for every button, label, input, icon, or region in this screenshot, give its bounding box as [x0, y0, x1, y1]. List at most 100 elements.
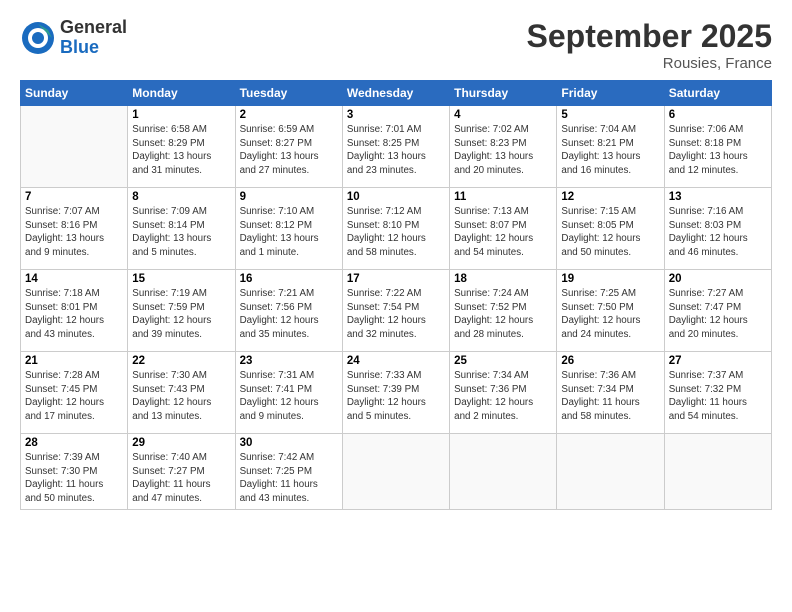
col-sunday: Sunday	[21, 81, 128, 106]
day-number: 2	[240, 109, 338, 121]
logo-icon	[20, 20, 56, 56]
day-info: Sunrise: 6:59 AMSunset: 8:27 PMDaylight:…	[240, 123, 338, 178]
day-number: 1	[132, 109, 230, 121]
table-cell: 12 Sunrise: 7:15 AMSunset: 8:05 PMDayligh…	[557, 188, 664, 270]
location: Rousies, France	[527, 55, 772, 72]
table-cell: 17Sunrise: 7:22 AMSunset: 7:54 PMDayligh…	[342, 270, 449, 352]
day-info: Sunrise: 7:22 AMSunset: 7:54 PMDaylight:…	[347, 287, 445, 342]
day-info: Sunrise: 7:33 AMSunset: 7:39 PMDaylight:…	[347, 369, 445, 424]
table-cell: 23 Sunrise: 7:31 AMSunset: 7:41 PMDayligh…	[235, 352, 342, 434]
day-number: 21	[25, 355, 123, 367]
table-cell: 10Sunrise: 7:12 AMSunset: 8:10 PMDayligh…	[342, 188, 449, 270]
table-cell: 28Sunrise: 7:39 AMSunset: 7:30 PMDayligh…	[21, 434, 128, 510]
col-wednesday: Wednesday	[342, 81, 449, 106]
page: General Blue September 2025 Rousies, Fra…	[0, 0, 792, 612]
day-number: 28	[25, 437, 123, 449]
table-cell: 3Sunrise: 7:01 AMSunset: 8:25 PMDaylight…	[342, 106, 449, 188]
table-cell: 30 Sunrise: 7:42 AMSunset: 7:25 PMDayligh…	[235, 434, 342, 510]
day-info: Sunrise: 7:07 AMSunset: 8:16 PMDaylight:…	[25, 205, 123, 260]
day-info: Sunrise: 7:21 AMSunset: 7:56 PMDaylight:…	[240, 287, 338, 342]
day-number: 29	[132, 437, 230, 449]
day-info: Sunrise: 7:16 AMSunset: 8:03 PMDaylight:…	[669, 205, 767, 260]
day-info: Sunrise: 7:42 AMSunset: 7:25 PMDaylight:…	[240, 451, 338, 506]
day-info: Sunrise: 7:10 AMSunset: 8:12 PMDaylight:…	[240, 205, 338, 260]
day-number: 24	[347, 355, 445, 367]
table-cell	[342, 434, 449, 510]
day-number: 12	[561, 191, 659, 203]
table-cell: 15 Sunrise: 7:19 AMSunset: 7:59 PMDayligh…	[128, 270, 235, 352]
day-number: 23	[240, 355, 338, 367]
table-cell: 11 Sunrise: 7:13 AMSunset: 8:07 PMDayligh…	[450, 188, 557, 270]
logo-blue: Blue	[60, 38, 127, 58]
day-info: Sunrise: 6:58 AMSunset: 8:29 PMDaylight:…	[132, 123, 230, 178]
table-cell	[21, 106, 128, 188]
day-info: Sunrise: 7:09 AMSunset: 8:14 PMDaylight:…	[132, 205, 230, 260]
day-info: Sunrise: 7:13 AMSunset: 8:07 PMDaylight:…	[454, 205, 552, 260]
table-cell: 13 Sunrise: 7:16 AMSunset: 8:03 PMDayligh…	[664, 188, 771, 270]
day-info: Sunrise: 7:15 AMSunset: 8:05 PMDaylight:…	[561, 205, 659, 260]
day-number: 18	[454, 273, 552, 285]
table-cell: 29Sunrise: 7:40 AMSunset: 7:27 PMDayligh…	[128, 434, 235, 510]
table-cell: 24 Sunrise: 7:33 AMSunset: 7:39 PMDayligh…	[342, 352, 449, 434]
day-info: Sunrise: 7:04 AMSunset: 8:21 PMDaylight:…	[561, 123, 659, 178]
table-cell	[557, 434, 664, 510]
day-number: 14	[25, 273, 123, 285]
calendar-table: Sunday Monday Tuesday Wednesday Thursday…	[20, 80, 772, 510]
table-cell: 4 Sunrise: 7:02 AMSunset: 8:23 PMDaylight…	[450, 106, 557, 188]
day-info: Sunrise: 7:25 AMSunset: 7:50 PMDaylight:…	[561, 287, 659, 342]
table-cell: 7 Sunrise: 7:07 AMSunset: 8:16 PMDaylight…	[21, 188, 128, 270]
table-cell: 9 Sunrise: 7:10 AMSunset: 8:12 PMDaylight…	[235, 188, 342, 270]
day-info: Sunrise: 7:19 AMSunset: 7:59 PMDaylight:…	[132, 287, 230, 342]
col-monday: Monday	[128, 81, 235, 106]
day-number: 5	[561, 109, 659, 121]
table-cell: 26 Sunrise: 7:36 AMSunset: 7:34 PMDayligh…	[557, 352, 664, 434]
day-info: Sunrise: 7:30 AMSunset: 7:43 PMDaylight:…	[132, 369, 230, 424]
day-number: 6	[669, 109, 767, 121]
table-cell: 2 Sunrise: 6:59 AMSunset: 8:27 PMDaylight…	[235, 106, 342, 188]
col-thursday: Thursday	[450, 81, 557, 106]
day-info: Sunrise: 7:36 AMSunset: 7:34 PMDaylight:…	[561, 369, 659, 424]
day-number: 30	[240, 437, 338, 449]
table-cell: 1 Sunrise: 6:58 AMSunset: 8:29 PMDaylight…	[128, 106, 235, 188]
day-number: 22	[132, 355, 230, 367]
table-cell: 25Sunrise: 7:34 AMSunset: 7:36 PMDayligh…	[450, 352, 557, 434]
day-info: Sunrise: 7:31 AMSunset: 7:41 PMDaylight:…	[240, 369, 338, 424]
table-cell: 21 Sunrise: 7:28 AMSunset: 7:45 PMDayligh…	[21, 352, 128, 434]
logo-general: General	[60, 18, 127, 38]
col-friday: Friday	[557, 81, 664, 106]
day-number: 11	[454, 191, 552, 203]
day-number: 26	[561, 355, 659, 367]
table-cell: 18Sunrise: 7:24 AMSunset: 7:52 PMDayligh…	[450, 270, 557, 352]
day-number: 20	[669, 273, 767, 285]
day-number: 19	[561, 273, 659, 285]
table-cell	[450, 434, 557, 510]
day-number: 13	[669, 191, 767, 203]
title-block: September 2025 Rousies, France	[527, 18, 772, 72]
day-info: Sunrise: 7:06 AMSunset: 8:18 PMDaylight:…	[669, 123, 767, 178]
day-number: 27	[669, 355, 767, 367]
table-cell: 16 Sunrise: 7:21 AMSunset: 7:56 PMDayligh…	[235, 270, 342, 352]
calendar-header-row: Sunday Monday Tuesday Wednesday Thursday…	[21, 81, 772, 106]
logo-text: General Blue	[60, 18, 127, 58]
table-cell: 19 Sunrise: 7:25 AMSunset: 7:50 PMDayligh…	[557, 270, 664, 352]
day-number: 16	[240, 273, 338, 285]
day-number: 9	[240, 191, 338, 203]
table-cell: 22 Sunrise: 7:30 AMSunset: 7:43 PMDayligh…	[128, 352, 235, 434]
day-info: Sunrise: 7:01 AMSunset: 8:25 PMDaylight:…	[347, 123, 445, 178]
day-info: Sunrise: 7:02 AMSunset: 8:23 PMDaylight:…	[454, 123, 552, 178]
day-info: Sunrise: 7:28 AMSunset: 7:45 PMDaylight:…	[25, 369, 123, 424]
month-title: September 2025	[527, 18, 772, 55]
table-cell: 14Sunrise: 7:18 AMSunset: 8:01 PMDayligh…	[21, 270, 128, 352]
day-number: 25	[454, 355, 552, 367]
day-number: 4	[454, 109, 552, 121]
day-info: Sunrise: 7:27 AMSunset: 7:47 PMDaylight:…	[669, 287, 767, 342]
table-cell: 6 Sunrise: 7:06 AMSunset: 8:18 PMDaylight…	[664, 106, 771, 188]
col-tuesday: Tuesday	[235, 81, 342, 106]
day-number: 10	[347, 191, 445, 203]
table-cell: 8Sunrise: 7:09 AMSunset: 8:14 PMDaylight…	[128, 188, 235, 270]
day-number: 7	[25, 191, 123, 203]
table-cell: 27Sunrise: 7:37 AMSunset: 7:32 PMDayligh…	[664, 352, 771, 434]
table-cell: 5 Sunrise: 7:04 AMSunset: 8:21 PMDaylight…	[557, 106, 664, 188]
logo: General Blue	[20, 18, 127, 58]
day-number: 15	[132, 273, 230, 285]
